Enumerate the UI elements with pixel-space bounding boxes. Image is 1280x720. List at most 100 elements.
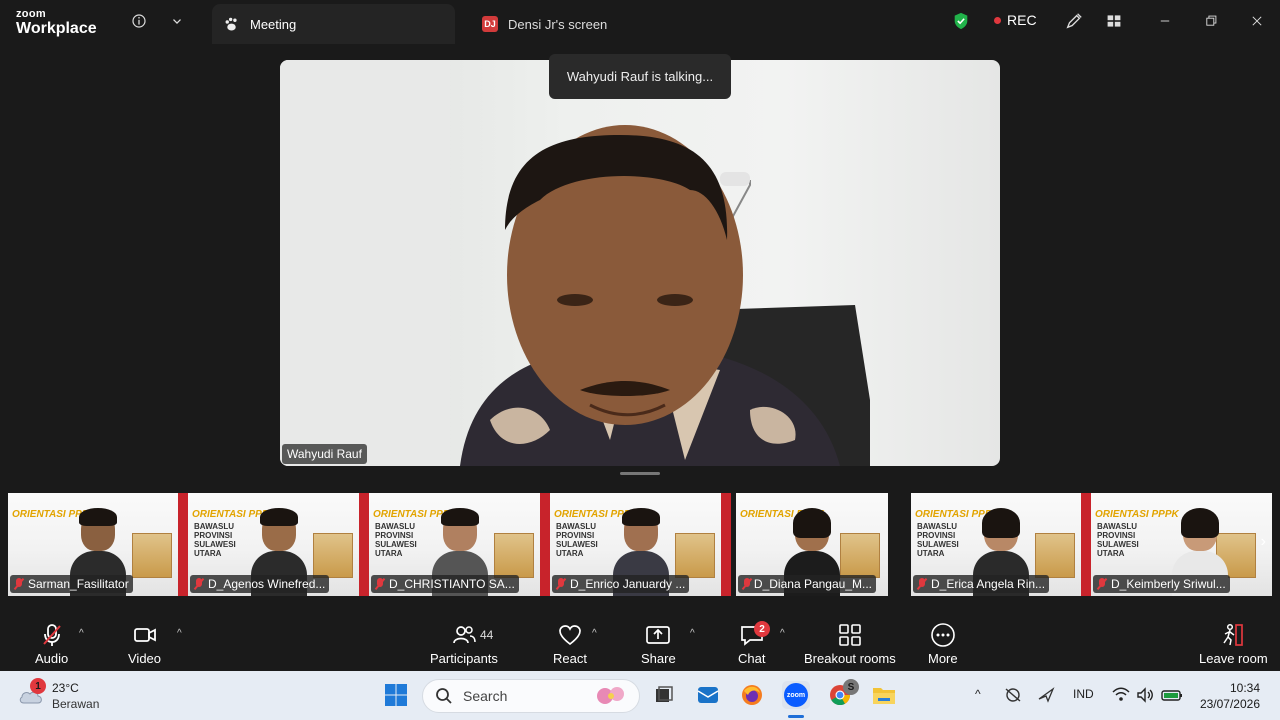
paw-icon [222,15,240,33]
participant-tile[interactable]: ORIENTASI PPPK Sarman_Fasilitator [8,493,188,596]
participant-filmstrip: ORIENTASI PPPK Sarman_Fasilitator ORIENT… [8,493,1272,596]
chrome-profile-badge: S [843,679,859,695]
chevron-down-icon[interactable] [167,11,187,31]
weather-desc: Berawan [52,697,100,711]
breakout-rooms-button[interactable]: Breakout rooms [804,622,896,666]
rec-label: REC [1007,12,1037,28]
participants-count: 44 [480,628,494,642]
video-options-caret[interactable]: ^ [177,628,182,639]
tab-meeting[interactable]: Meeting [212,4,455,44]
gallery-view-icon[interactable] [1104,11,1124,31]
more-button[interactable]: More [928,622,958,666]
building-graphic [1035,533,1075,578]
info-icon[interactable] [129,11,149,31]
building-graphic [675,533,715,578]
meeting-toolbar: Audio ^ Video ^ Participants 44 React ^ … [0,612,1280,671]
participant-name: D_Agenos Winefred... [208,577,326,591]
mic-muted-icon [1097,578,1107,590]
leave-room-button[interactable]: Leave room [1199,622,1268,666]
zoom-active-indicator [788,715,804,718]
close-icon[interactable] [1247,11,1267,31]
audio-label: Audio [35,651,69,666]
battery-icon[interactable] [1161,687,1183,706]
participant-name-label: Sarman_Fasilitator [10,575,133,593]
restore-icon[interactable] [1201,11,1221,31]
resize-handle[interactable] [620,472,660,475]
zoom-app-icon[interactable]: zoom [782,681,810,709]
participant-tile[interactable]: ORIENTASI PPPK BAWASLU PROVINSI SULAWESI… [369,493,550,596]
participant-name: D_Enrico Januardy ... [570,577,686,591]
share-options-caret[interactable]: ^ [690,628,695,639]
participant-name-label: D_Diana Pangau_M... [738,575,876,593]
leave-icon [1223,623,1244,646]
logo-big: Workplace [16,20,97,37]
language-indicator[interactable]: IND [1073,687,1094,701]
breakout-rooms-icon [839,624,861,646]
talking-notice: Wahyudi Rauf is talking... [549,54,731,99]
tab-shared-screen[interactable]: DJ Densi Jr's screen [470,4,720,44]
zoom-logo: zoom Workplace [16,9,97,37]
participant-tile[interactable]: ORIENTASI PPPK D_Diana Pangau_M... [736,493,888,596]
main-speaker-video[interactable]: Wahyudi Rauf [280,60,1000,466]
banner-title: ORIENTASI PPPK [1095,509,1179,520]
audio-button[interactable]: Audio [35,622,68,666]
system-clock[interactable]: 10:34 23/07/2026 [1200,680,1260,712]
participant-tile[interactable]: ORIENTASI PPPK BAWASLU PROVINSI SULAWESI… [550,493,731,596]
volume-icon[interactable] [1136,687,1154,706]
rec-dot-icon [994,16,1001,24]
banner-stripe [178,493,188,596]
more-icon [931,623,955,647]
windows-start-icon[interactable] [382,681,410,709]
network-off-icon[interactable] [1004,687,1022,706]
mic-muted-icon [742,578,750,590]
video-button[interactable]: Video [128,622,161,666]
chat-badge: 2 [754,621,770,637]
more-label: More [928,651,958,666]
clock-time: 10:34 [1229,681,1260,695]
mic-muted-icon [917,578,927,590]
participant-name: D_CHRISTIANTO SA... [389,577,515,591]
participant-name-label: D_Keimberly Sriwul... [1093,575,1230,593]
title-bar: zoom Workplace Meeting DJ Densi Jr's scr… [0,0,1280,44]
participant-name-label: D_CHRISTIANTO SA... [371,575,519,593]
react-label: React [553,651,587,666]
participant-name: D_Keimberly Sriwul... [1111,577,1226,591]
minimize-icon[interactable] [1155,11,1175,31]
shield-icon[interactable] [951,11,971,31]
file-explorer-icon[interactable] [870,681,898,709]
audio-options-caret[interactable]: ^ [79,628,84,639]
breakout-rooms-label: Breakout rooms [804,651,896,666]
banner-stripe [359,493,369,596]
participant-name: Sarman_Fasilitator [28,577,129,591]
mic-muted-icon [556,578,566,590]
chat-options-caret[interactable]: ^ [780,628,785,639]
weather-badge: 1 [30,678,46,694]
taskbar-search[interactable]: Search [422,679,640,713]
building-graphic [132,533,172,578]
wifi-icon[interactable] [1112,687,1130,706]
banner-stripe [540,493,550,596]
meeting-stage: Wahyudi Rauf Wahyudi Rauf is talking... … [0,44,1280,612]
chat-label: Chat [738,651,766,666]
outlook-icon[interactable] [694,681,722,709]
task-view-icon[interactable] [650,681,678,709]
participant-tile[interactable]: ORIENTASI PPPK BAWASLU PROVINSI SULAWESI… [911,493,1091,596]
building-graphic [313,533,353,578]
annotate-pen-icon[interactable] [1064,11,1084,31]
location-icon[interactable] [1036,687,1056,706]
chevron-up-icon[interactable]: ^ [975,687,981,701]
building-graphic [494,533,534,578]
recording-indicator[interactable]: REC [994,12,1037,28]
react-button[interactable]: React [553,622,587,666]
leave-room-label: Leave room [1199,651,1268,666]
participant-tile[interactable]: ORIENTASI PPPK BAWASLU PROVINSI SULAWESI… [1091,493,1272,596]
firefox-icon[interactable] [738,681,766,709]
share-button[interactable]: Share [641,622,676,666]
participant-tile[interactable]: ORIENTASI PPPK BAWASLU PROVINSI SULAWESI… [188,493,369,596]
tab-screen-badge: DJ [482,16,498,32]
participant-name-label: D_Agenos Winefred... [190,575,330,593]
chevron-right-icon[interactable]: › [1261,533,1266,551]
participants-label: Participants [430,651,498,666]
react-options-caret[interactable]: ^ [592,628,597,639]
search-placeholder: Search [463,688,508,704]
